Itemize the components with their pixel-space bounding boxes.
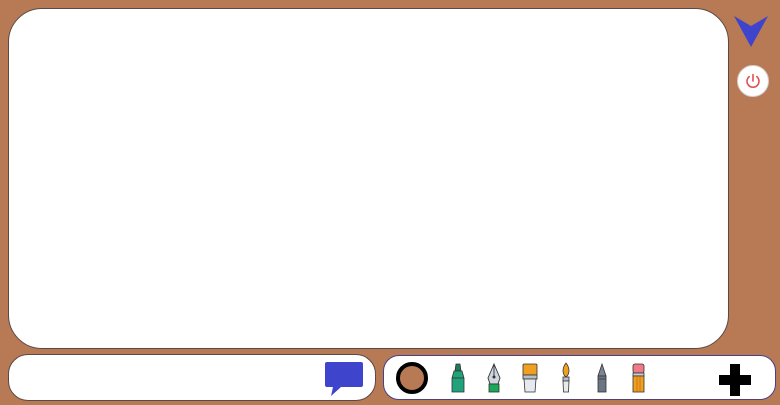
speech-bubble-icon[interactable] (323, 359, 365, 397)
drawing-canvas[interactable] (8, 8, 729, 349)
chat-input[interactable] (23, 365, 317, 393)
chat-panel (8, 354, 376, 401)
eraser-icon[interactable] (627, 362, 649, 394)
power-icon (746, 73, 760, 88)
plus-icon[interactable] (717, 362, 753, 398)
flat-brush-icon[interactable] (519, 362, 541, 394)
power-button[interactable] (737, 65, 769, 97)
color-swatch[interactable] (396, 362, 428, 394)
marker-icon[interactable] (447, 362, 469, 394)
round-brush-icon[interactable] (555, 362, 577, 394)
chevron-down-arrow-icon[interactable] (732, 14, 770, 50)
fountain-pen-icon[interactable] (483, 362, 505, 394)
pencil-icon[interactable] (591, 362, 613, 394)
tool-panel (383, 355, 776, 400)
